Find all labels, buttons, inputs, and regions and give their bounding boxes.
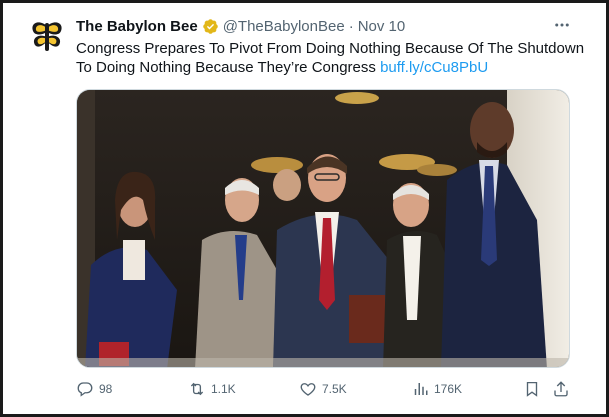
tweet-card: The Babylon Bee @TheBabylonBee · Nov 10 … [0,0,609,417]
repost-icon [190,382,204,396]
babylon-bee-logo-icon [32,22,62,51]
bookmark-icon [526,381,538,397]
tweet-link[interactable]: buff.ly/cCu8PbU [380,59,488,76]
tweet-text: Congress Prepares To Pivot From Doing No… [76,39,586,77]
user-handle[interactable]: @TheBabylonBee [223,18,345,35]
views-icon [414,383,428,395]
repost-count: 1.1K [211,382,236,396]
reply-count: 98 [99,382,113,396]
share-button[interactable] [552,378,570,400]
tweet-actions: 98 1.1K 7.5K 176K [76,378,576,400]
separator-dot: · [348,17,354,35]
more-icon [555,23,569,27]
like-count: 7.5K [322,382,347,396]
more-options-button[interactable] [551,15,573,35]
congress-photo [77,90,569,367]
views-button[interactable]: 176K [411,378,462,400]
view-count: 176K [434,382,463,396]
bookmark-button[interactable] [523,378,541,400]
like-button[interactable]: 7.5K [299,378,347,400]
reply-icon [77,382,93,397]
share-icon [554,381,568,397]
verified-badge-icon [202,18,218,34]
avatar[interactable] [27,17,67,57]
display-name[interactable]: The Babylon Bee [76,18,198,35]
reply-button[interactable]: 98 [76,378,112,400]
tweet-header: The Babylon Bee @TheBabylonBee · Nov 10 [76,16,405,36]
tweet-photo[interactable] [76,89,570,368]
tweet-date[interactable]: Nov 10 [358,18,406,35]
tweet-body: Congress Prepares To Pivot From Doing No… [76,40,585,76]
like-icon [300,383,316,396]
repost-button[interactable]: 1.1K [188,378,236,400]
